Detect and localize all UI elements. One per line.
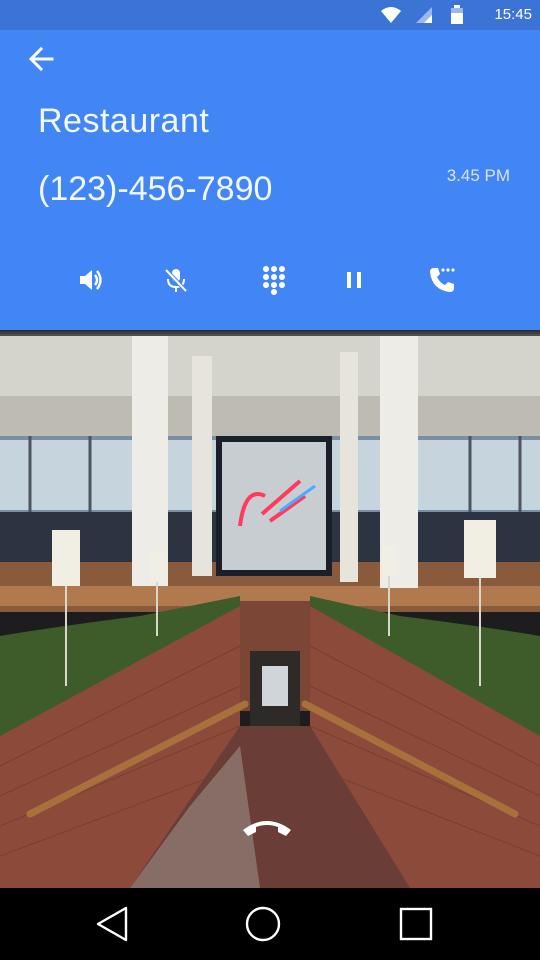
wifi-icon [380,5,402,30]
contact-photo [0,336,540,888]
end-call-button[interactable] [236,808,298,848]
add-call-button[interactable] [422,260,462,300]
call-time: 3.45 PM [446,166,510,185]
navigation-bar [0,888,540,960]
call-controls [0,260,540,300]
mute-button[interactable] [156,260,196,300]
status-time: 15:45 [494,6,532,23]
dialpad-icon [263,266,285,295]
nav-recents-button[interactable] [394,902,438,946]
battery-icon [450,5,464,30]
cellular-signal-icon [414,5,434,30]
nav-back-button[interactable] [90,902,134,946]
back-button[interactable] [22,42,60,76]
back-triangle-icon [96,906,128,942]
home-circle-icon [245,906,281,942]
hold-button[interactable] [334,260,374,300]
pause-icon [347,272,361,288]
contact-number: (123)-456-7890 [38,170,273,208]
phone-dialpad-icon [430,268,455,292]
dialpad-button[interactable] [254,260,294,300]
arrow-back-icon [28,46,54,72]
nav-home-button[interactable] [241,902,285,946]
call-header: Restaurant (123)-456-7890 3.45 PM [0,30,540,330]
volume-up-icon [80,270,102,290]
status-bar: 15:45 [0,0,540,30]
mic-off-icon [164,268,188,293]
call-end-icon [243,821,291,836]
contact-name: Restaurant [38,102,210,140]
speaker-button[interactable] [71,260,111,300]
recents-square-icon [399,907,433,941]
